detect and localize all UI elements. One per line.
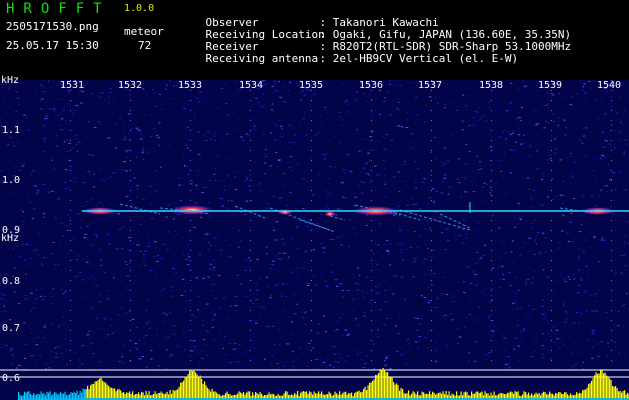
antenna-row: Receiving antenna: 2el-HB9CV Vertical (e… (179, 41, 519, 77)
x-tick-label: 1538 (479, 80, 504, 91)
y-tick-label: 0.6 (2, 373, 21, 384)
y-tick-label: 0.8 (2, 276, 21, 287)
y-tick-label: 0.7 (2, 323, 21, 334)
x-tick-label: 1531 (60, 80, 85, 91)
datetime: 25.05.17 15:30 (6, 39, 99, 52)
meteor-label: meteor (124, 25, 164, 38)
antenna-label: Receiving antenna (205, 52, 319, 65)
meteor-count: 72 (138, 39, 152, 52)
filename: 2505171530.png (6, 20, 99, 33)
x-tick-label: 1537 (418, 80, 443, 91)
x-tick-label: 1535 (299, 80, 324, 91)
antenna-value: : 2el-HB9CV Vertical (el. E-W) (319, 52, 519, 65)
app-version: 1.0.0 (124, 3, 155, 14)
header-panel: HROFFT 1.0.0 2505171530.png 25.05.17 15:… (0, 0, 629, 80)
x-tick-label: 1536 (359, 80, 384, 91)
y-tick-label: 1.0 (2, 175, 21, 186)
meteor-traces (82, 202, 616, 233)
x-tick-label: 1532 (118, 80, 143, 91)
x-tick-label: 1539 (538, 80, 563, 91)
spectrogram-plot (0, 80, 629, 400)
x-tick-label: 1534 (239, 80, 264, 91)
app-title: HROFFT (6, 1, 111, 17)
x-tick-label: 1540 (597, 80, 622, 91)
y-unit-label: kHz (1, 75, 20, 86)
y-tick-label: 0.9 (2, 225, 21, 236)
spectrogram-canvas (0, 80, 629, 400)
y-tick-label: 1.1 (2, 125, 21, 136)
power-bars (18, 368, 629, 400)
x-tick-label: 1533 (178, 80, 203, 91)
